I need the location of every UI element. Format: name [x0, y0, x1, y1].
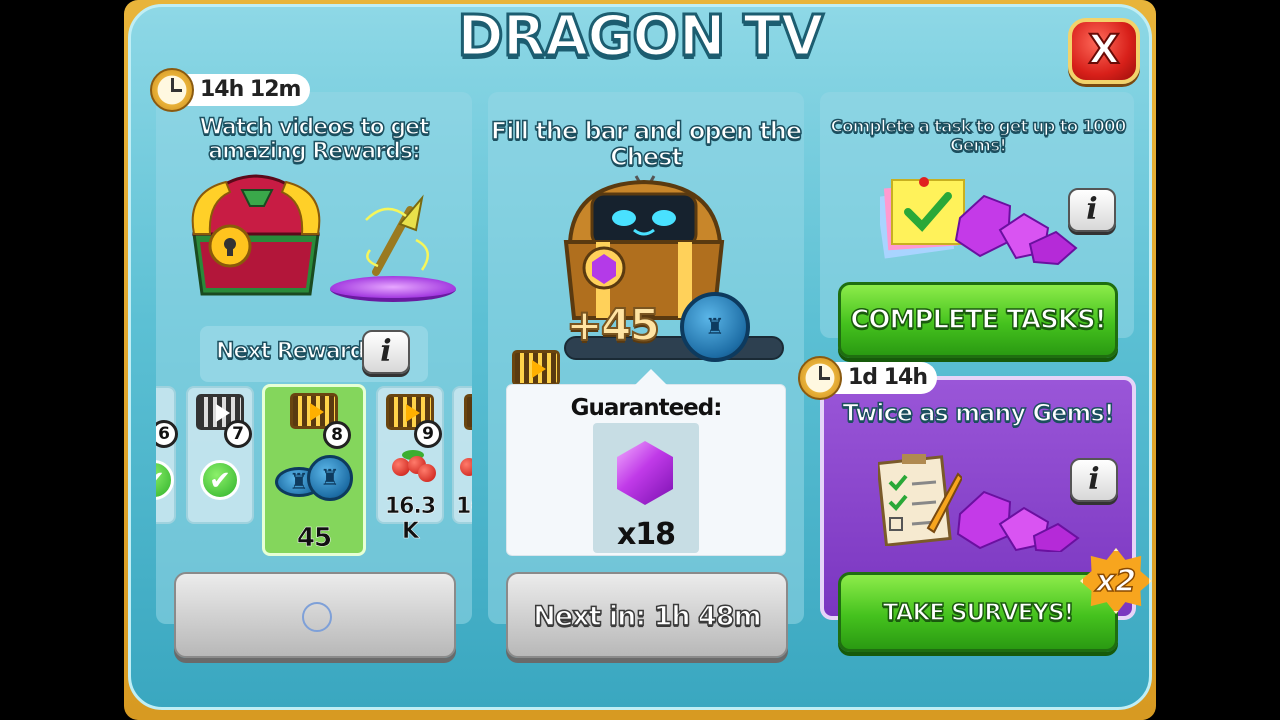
gem-count: x18: [616, 517, 676, 552]
lightning-sword-icon: [365, 194, 429, 276]
reward-number-badge: 8: [323, 421, 351, 449]
chest-plus-value: +45: [565, 299, 661, 352]
watch-timer: 14h 12m: [150, 68, 311, 112]
survey-heading: Twice as many Gems!: [842, 399, 1116, 427]
survey-timer: 1d 14h: [798, 356, 937, 400]
video-icon: [464, 394, 472, 430]
reward-value: 16: [456, 494, 472, 520]
loading-spinner-icon: [302, 602, 332, 632]
video-icon: [512, 350, 560, 386]
berries-icon: [388, 450, 438, 484]
watch-heading-line2: amazing Rewards:: [207, 139, 421, 165]
chest-heading-line2: Chest: [609, 143, 683, 172]
guaranteed-card: Guaranteed: x18: [506, 369, 786, 556]
chest-heading-line1: Fill the bar and open the: [490, 117, 803, 145]
tasks-info-button[interactable]: i: [1068, 188, 1116, 232]
gem-icon: [617, 441, 673, 505]
reward-card-10: 16: [452, 386, 472, 524]
gem-slot: x18: [593, 423, 699, 553]
gems-pile-icon: [956, 490, 1080, 552]
complete-tasks-button[interactable]: COMPLETE TASKS!: [838, 282, 1118, 358]
claimed-check-icon: ✔: [156, 460, 174, 500]
tasks-heading: Complete a task to get up to 1000 Gems!: [820, 117, 1136, 156]
reward-card-6: 6 ✔: [156, 386, 178, 524]
berries-icon: [456, 450, 472, 484]
reward-value: 16.3 K: [384, 494, 437, 545]
watch-video-button[interactable]: [174, 572, 456, 658]
tower-coin-icon: [307, 455, 353, 501]
clock-icon: [798, 356, 842, 400]
clock-icon: [150, 68, 194, 112]
reward-chest-icon: [191, 174, 321, 296]
guaranteed-label: Guaranteed:: [570, 395, 723, 421]
reward-number-badge: 7: [224, 420, 252, 448]
take-surveys-button[interactable]: TAKE SURVEYS!: [838, 572, 1118, 652]
tasks-heading-line2: Gems!: [949, 135, 1008, 156]
reward-card-9: 9 16.3 K: [376, 386, 444, 544]
watch-timer-text: 14h 12m: [200, 77, 301, 102]
chest-heading: Fill the bar and open the Chest: [488, 117, 804, 172]
reward-number-badge: 6: [156, 420, 178, 448]
sticky-note-gems-icon: [880, 177, 1078, 266]
next-chest-button[interactable]: Next in: 1h 48m: [506, 572, 788, 658]
watch-heading-line1: Watch videos to get: [199, 115, 431, 141]
reward-number-badge: 9: [414, 420, 442, 448]
reward-card-7: 7 ✔: [186, 386, 254, 524]
reward-card-8-current: 8 45: [262, 384, 366, 556]
survey-timer-text: 1d 14h: [848, 365, 928, 390]
next-reward-label: Next Reward:: [215, 339, 374, 365]
tower-coin-icon: [680, 292, 750, 362]
reward-value: 45: [296, 523, 333, 554]
tasks-heading-line1: Complete a task to get up to 1000: [830, 117, 1128, 137]
reward-strip[interactable]: 6 ✔ 7 ✔ 8 45 9 16.3 K 16: [156, 384, 472, 560]
next-reward-info-button[interactable]: i: [362, 330, 410, 374]
claimed-check-icon: ✔: [200, 460, 240, 500]
watch-heading: Watch videos to get amazing Rewards:: [156, 115, 472, 165]
close-button[interactable]: X: [1068, 18, 1140, 84]
checklist-pencil-icon: [878, 454, 962, 546]
survey-info-button[interactable]: i: [1070, 458, 1118, 502]
